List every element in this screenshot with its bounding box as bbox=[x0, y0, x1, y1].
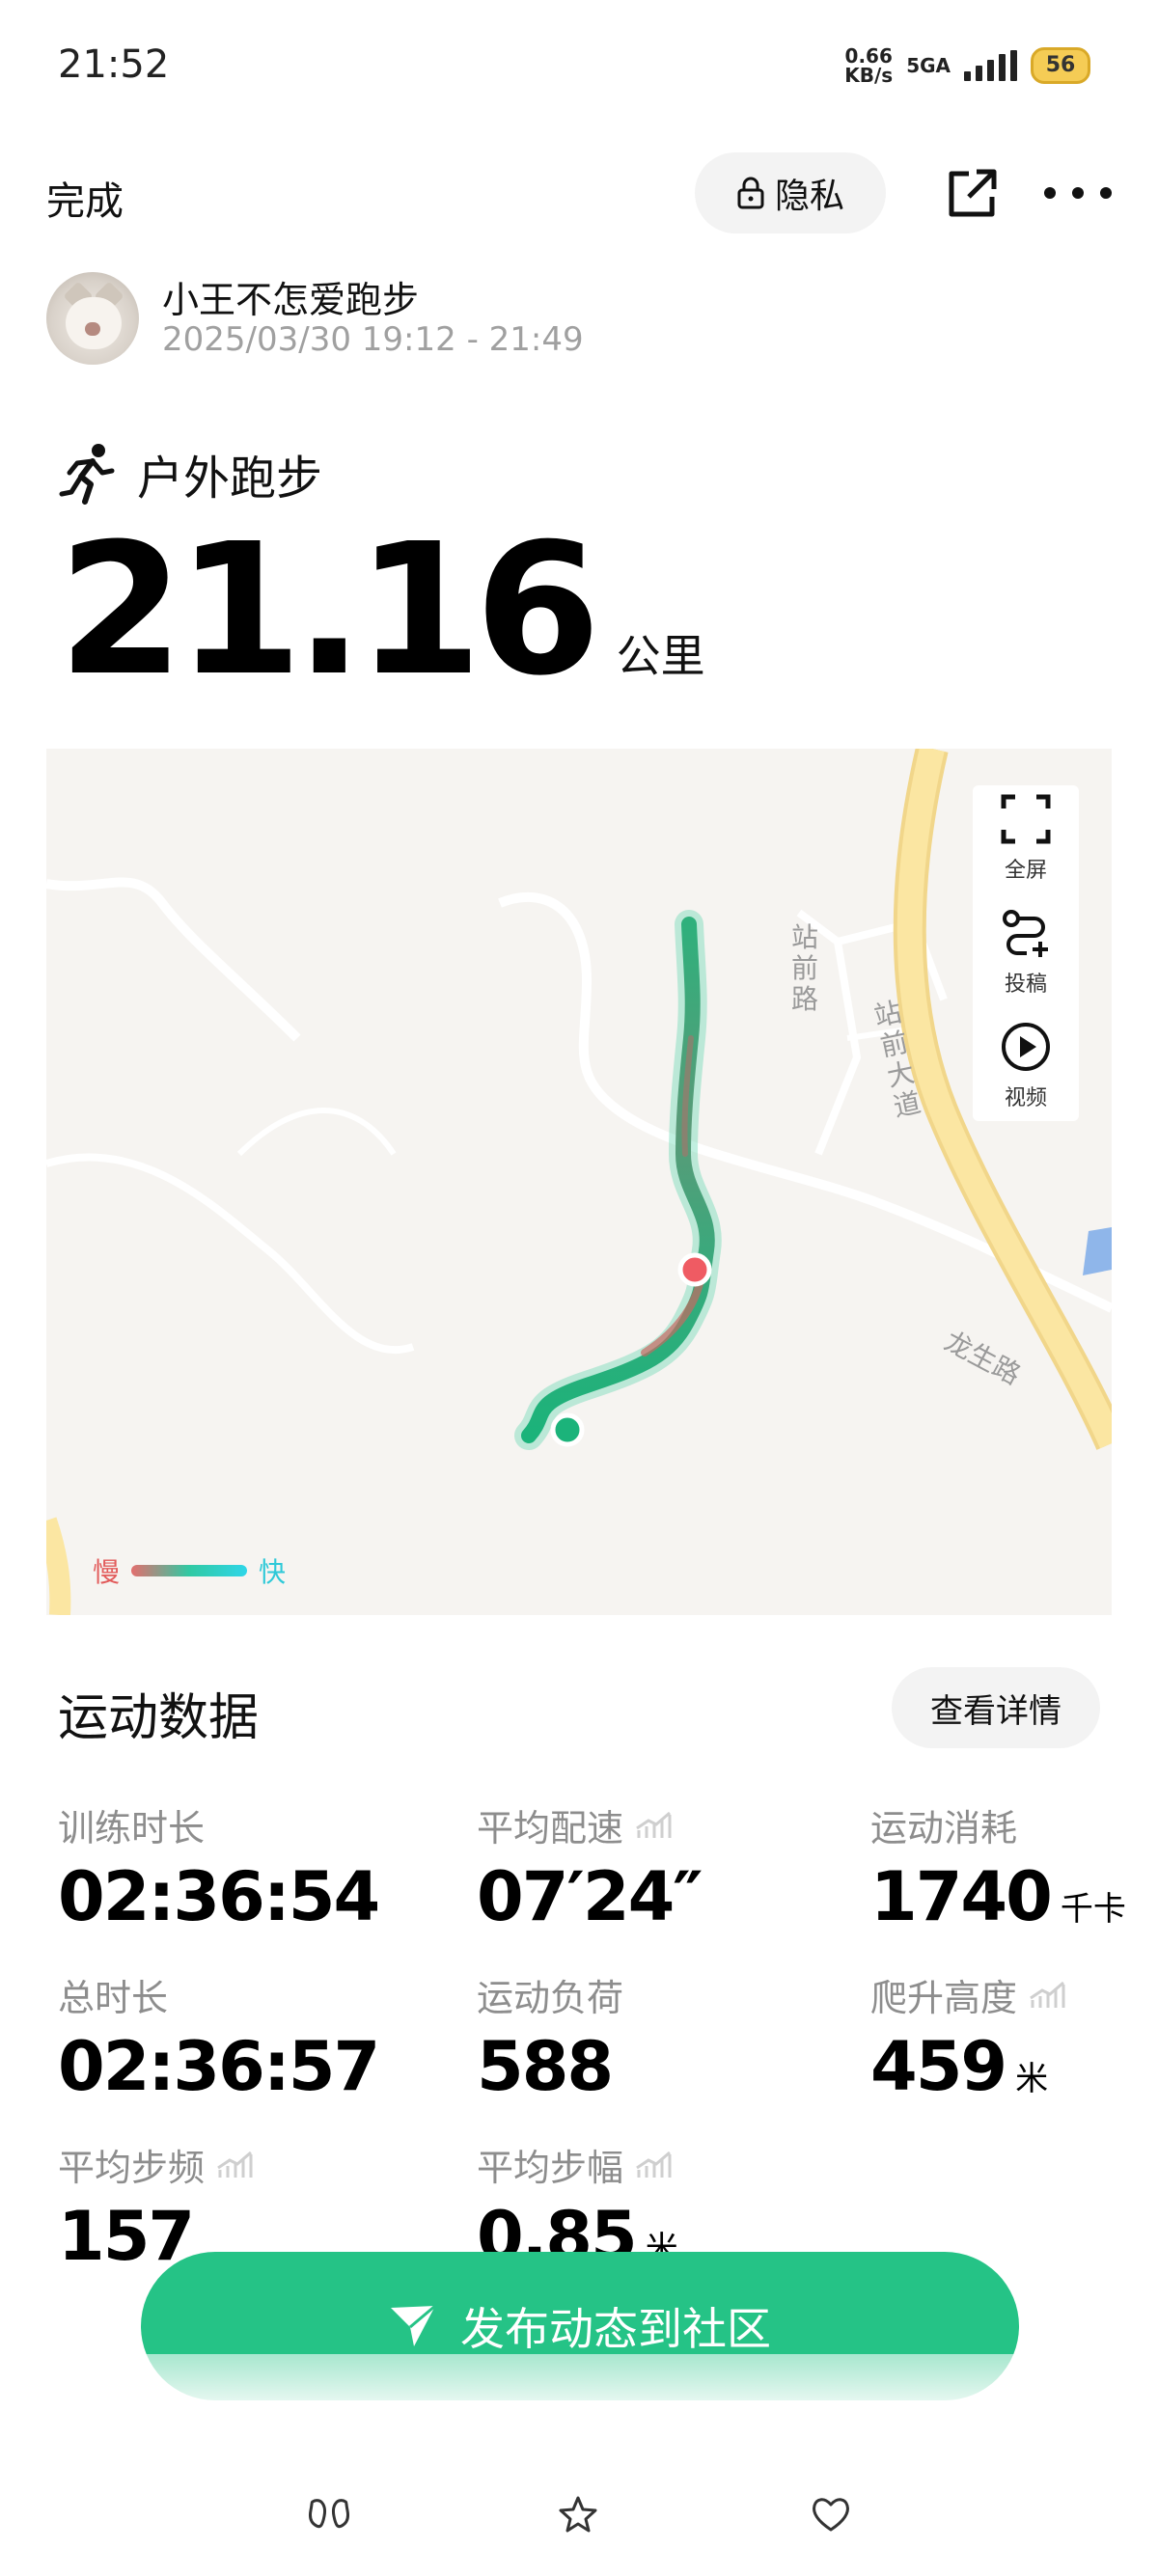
stat-item: 总时长 02:36:57 bbox=[58, 1968, 380, 2106]
status-time: 21:52 bbox=[58, 42, 170, 87]
submit-button[interactable]: 投稿 bbox=[973, 899, 1079, 1005]
trend-chart-icon bbox=[1030, 1981, 1065, 2008]
legend-gradient-bar bbox=[131, 1565, 248, 1576]
road-label-zhanqian-road: 站前路 bbox=[791, 921, 819, 1015]
user-name[interactable]: 小王不怎爱跑步 bbox=[162, 270, 419, 323]
view-details-button[interactable]: 查看详情 bbox=[892, 1667, 1100, 1748]
status-bar: 21:52 0.66 KB/s 5GA 56 bbox=[0, 0, 1158, 135]
stat-value: 02:36:57 bbox=[58, 2027, 380, 2106]
status-indicators: 0.66 KB/s 5GA 56 bbox=[844, 46, 1090, 85]
stat-label: 总时长 bbox=[58, 1977, 169, 2019]
legend-slow: 慢 bbox=[93, 1556, 121, 1588]
footprint-icon[interactable] bbox=[307, 2495, 351, 2534]
stat-label: 平均步频 bbox=[58, 2138, 253, 2191]
distance-display: 21.16 公里 bbox=[58, 505, 705, 716]
stat-label: 平均步幅 bbox=[477, 2138, 678, 2191]
stat-label: 训练时长 bbox=[58, 1807, 206, 1850]
star-icon[interactable] bbox=[556, 2495, 600, 2534]
video-label: 视频 bbox=[1004, 1086, 1047, 1110]
stat-label: 运动消耗 bbox=[870, 1807, 1018, 1850]
route-map[interactable]: 站前路 站前大道 龙生路 全屏 投稿 视频 慢 快 bbox=[46, 749, 1112, 1615]
send-icon bbox=[391, 2304, 436, 2346]
avatar[interactable] bbox=[46, 272, 139, 365]
stat-unit: 千卡 bbox=[1060, 1890, 1126, 1929]
stat-item: 运动负荷 588 bbox=[477, 1968, 623, 2106]
pace-legend: 慢 快 bbox=[93, 1551, 286, 1590]
fullscreen-icon bbox=[1001, 794, 1051, 844]
route-start-marker bbox=[550, 1412, 585, 1447]
submit-label: 投稿 bbox=[1004, 973, 1047, 997]
stat-label: 运动负荷 bbox=[477, 1977, 624, 2019]
lock-icon bbox=[737, 177, 764, 209]
stat-item[interactable]: 爬升高度 459 米 bbox=[870, 1968, 1065, 2106]
stat-value: 02:36:54 bbox=[58, 1857, 380, 1936]
privacy-label: 隐私 bbox=[774, 177, 844, 216]
stat-item: 训练时长 02:36:54 bbox=[58, 1798, 380, 1936]
more-dot-icon bbox=[1100, 187, 1112, 199]
share-icon bbox=[949, 169, 997, 217]
publish-label: 发布动态到社区 bbox=[460, 2303, 771, 2355]
route-end-marker bbox=[677, 1252, 712, 1287]
trend-chart-icon bbox=[217, 2151, 253, 2178]
more-dot-icon bbox=[1072, 187, 1084, 199]
heart-icon[interactable] bbox=[809, 2495, 853, 2534]
stat-value: 459 米 bbox=[870, 2027, 1049, 2106]
map-controls-panel: 全屏 投稿 视频 bbox=[973, 785, 1079, 1121]
trend-chart-icon bbox=[636, 2151, 672, 2178]
sport-type-row: 户外跑步 bbox=[58, 440, 322, 507]
bottom-action-bar bbox=[0, 2354, 1158, 2576]
map-canvas bbox=[46, 749, 1112, 1615]
stat-value: 588 bbox=[477, 2027, 614, 2106]
more-dot-icon bbox=[1044, 187, 1056, 199]
user-info: 小王不怎爱跑步 2025/03/30 19:12 - 21:49 bbox=[46, 268, 915, 365]
more-button[interactable] bbox=[1044, 164, 1112, 222]
distance-unit: 公里 bbox=[616, 630, 705, 682]
legend-fast: 快 bbox=[259, 1556, 287, 1588]
stat-unit: 米 bbox=[1015, 2060, 1049, 2098]
share-button[interactable] bbox=[944, 164, 1002, 222]
sport-type: 户外跑步 bbox=[137, 452, 323, 506]
stat-item: 运动消耗 1740 千卡 bbox=[870, 1798, 1126, 1936]
stats-title: 运动数据 bbox=[58, 1689, 260, 1747]
running-icon bbox=[59, 444, 115, 505]
video-button[interactable]: 视频 bbox=[973, 1013, 1079, 1119]
signal-icon bbox=[964, 50, 1017, 81]
play-icon bbox=[1002, 1023, 1050, 1071]
fullscreen-label: 全屏 bbox=[1004, 859, 1047, 883]
stat-label: 爬升高度 bbox=[870, 1968, 1065, 2021]
done-button[interactable]: 完成 bbox=[46, 170, 124, 226]
top-header: 完成 隐私 bbox=[0, 145, 1158, 241]
fullscreen-button[interactable]: 全屏 bbox=[973, 785, 1079, 891]
stat-item[interactable]: 平均配速 07′24″ bbox=[477, 1798, 703, 1936]
route-submit-icon bbox=[1003, 910, 1048, 957]
stat-label: 平均配速 bbox=[477, 1798, 702, 1851]
stat-value: 1740 千卡 bbox=[870, 1857, 1126, 1936]
network-speed: 0.66 KB/s bbox=[844, 44, 894, 87]
trend-chart-icon bbox=[636, 1811, 672, 1838]
workout-time-range: 2025/03/30 19:12 - 21:49 bbox=[162, 320, 584, 359]
stat-value: 07′24″ bbox=[477, 1857, 703, 1936]
distance-value: 21.16 bbox=[58, 505, 601, 716]
privacy-button[interactable]: 隐私 bbox=[695, 152, 886, 233]
network-type: 5GA bbox=[906, 54, 951, 77]
battery-icon: 56 bbox=[1031, 47, 1090, 84]
